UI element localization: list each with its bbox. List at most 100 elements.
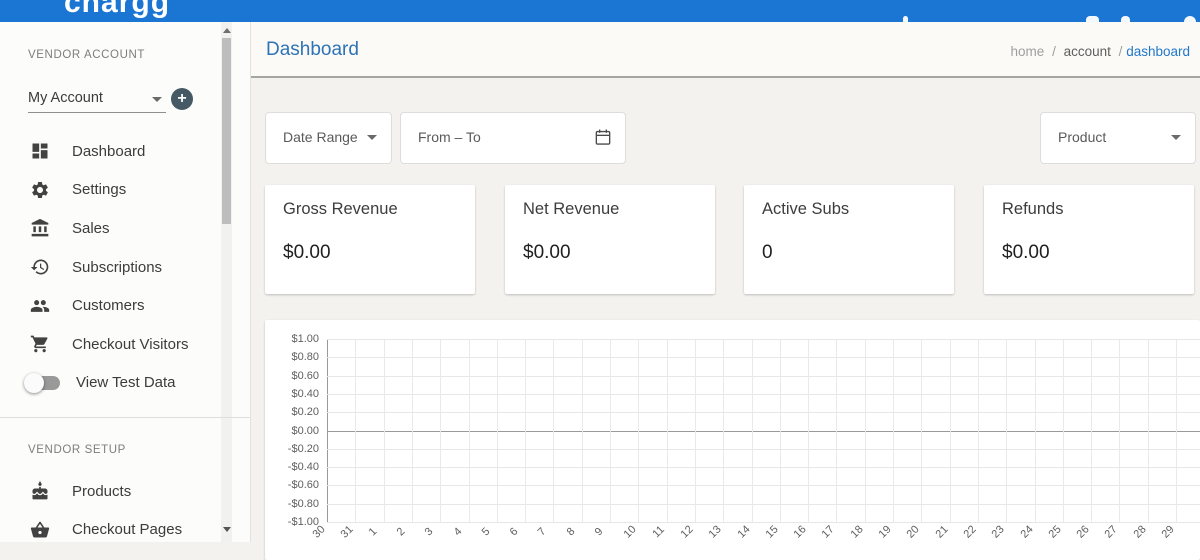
avatar[interactable] — [1184, 16, 1196, 22]
chart-x-tick-label: 5 — [479, 526, 492, 539]
chart-x-tick-label: 31 — [339, 523, 356, 540]
chart-x-tick-label: 20 — [905, 523, 922, 540]
sidebar-scrollbar-thumb[interactable] — [222, 38, 231, 224]
sidebar-item-checkout-visitors[interactable]: Checkout Visitors — [0, 325, 220, 364]
basket-icon — [30, 520, 50, 540]
sidebar-item-subscriptions[interactable]: Subscriptions — [0, 248, 220, 287]
sidebar-item-checkout-pages[interactable]: Checkout Pages — [0, 511, 220, 550]
chart-x-tick-label: 17 — [820, 523, 837, 540]
calendar-icon[interactable] — [593, 127, 613, 147]
view-test-data-row: View Test Data — [0, 364, 244, 403]
page-title: Dashboard — [266, 39, 359, 61]
chart-hgridline — [327, 412, 1200, 413]
product-label: Product — [1058, 129, 1106, 145]
chart-x-tick-label: 10 — [622, 523, 639, 540]
chart-hgridline — [327, 357, 1200, 358]
chevron-down-icon — [1171, 135, 1181, 140]
stat-label: Refunds — [1002, 200, 1063, 219]
chart-vgridline — [525, 339, 526, 522]
breadcrumb-account[interactable]: account — [1064, 44, 1111, 59]
product-select[interactable]: Product — [1040, 112, 1196, 164]
chart-y-tick-label: -$0.40 — [267, 461, 319, 473]
chart-x-tick-label: 28 — [1131, 523, 1148, 540]
stat-value: $0.00 — [1002, 242, 1050, 264]
chart-hgridline — [327, 522, 1200, 523]
account-select-value: My Account — [28, 90, 103, 106]
test-data-toggle[interactable] — [24, 373, 62, 393]
chart-vgridline — [610, 339, 611, 522]
add-account-button[interactable]: + — [171, 88, 193, 110]
scroll-up-icon[interactable] — [223, 28, 231, 33]
sidebar-item-label: Checkout Visitors — [72, 336, 188, 353]
header-divider — [251, 76, 1200, 78]
topbar-icon[interactable] — [903, 16, 908, 22]
chart-y-tick-label: $0.60 — [267, 370, 319, 382]
sidebar-item-dashboard[interactable]: Dashboard — [0, 132, 220, 171]
section-label-vendor-account: VENDOR ACCOUNT — [28, 49, 145, 61]
chart-x-tick-label: 24 — [1018, 523, 1035, 540]
chart-vgridline — [638, 339, 639, 522]
chart-x-tick-label: 11 — [650, 524, 667, 541]
chart-x-tick-label: 27 — [1103, 523, 1120, 540]
chart-y-tick-label: $0.80 — [267, 351, 319, 363]
chart-vgridline — [1091, 339, 1092, 522]
chart-vgridline — [553, 339, 554, 522]
chart-zero-line — [327, 431, 1200, 432]
topbar-icon[interactable] — [1086, 16, 1099, 22]
sidebar-item-sales[interactable]: Sales — [0, 209, 220, 248]
date-from-to-input[interactable]: From – To — [400, 112, 626, 164]
breadcrumb-dashboard[interactable]: dashboard — [1126, 44, 1190, 59]
history-icon — [30, 257, 50, 277]
sidebar: VENDOR ACCOUNT My Account + Dashboard Set… — [0, 22, 251, 542]
chart-hgridline — [327, 449, 1200, 450]
section-label-vendor-setup: VENDOR SETUP — [28, 444, 126, 456]
sidebar-divider — [0, 417, 250, 418]
sidebar-item-label: Checkout Pages — [72, 521, 182, 538]
chart-vgridline — [893, 339, 894, 522]
chart-vgridline — [695, 339, 696, 522]
sidebar-item-customers[interactable]: Customers — [0, 286, 220, 325]
sidebar-item-label: Sales — [72, 220, 110, 237]
chart-x-tick-label: 23 — [990, 523, 1007, 540]
chart-vgridline — [582, 339, 583, 522]
stat-label: Net Revenue — [523, 200, 619, 219]
dashboard-icon — [30, 141, 50, 161]
chart-y-tick-label: $0.20 — [267, 406, 319, 418]
toggle-knob — [24, 373, 44, 393]
chart-x-tick-label: 22 — [961, 523, 978, 540]
topbar-icon[interactable] — [1121, 16, 1130, 22]
topbar: chargg — [0, 0, 1200, 22]
sidebar-nav-setup: Products Checkout Pages — [0, 472, 220, 549]
chart-vgridline — [808, 339, 809, 522]
chart-vgridline — [1119, 339, 1120, 522]
chart-vgridline — [355, 339, 356, 522]
people-icon — [30, 296, 50, 316]
app-logo[interactable]: chargg — [64, 0, 170, 20]
date-range-label: Date Range — [283, 129, 358, 145]
date-range-select[interactable]: Date Range — [265, 112, 392, 164]
sidebar-item-label: Products — [72, 483, 131, 500]
chart-vgridline — [1148, 339, 1149, 522]
chart-x-tick-label: 7 — [536, 526, 549, 539]
sidebar-item-settings[interactable]: Settings — [0, 171, 220, 210]
chart-y-tick-label: $0.00 — [267, 425, 319, 437]
chart-hgridline — [327, 376, 1200, 377]
date-input-placeholder: From – To — [418, 129, 481, 145]
chart-x-tick-label: 26 — [1075, 523, 1092, 540]
stat-label: Active Subs — [762, 200, 849, 219]
sidebar-item-label: Customers — [72, 297, 145, 314]
account-select[interactable]: My Account — [28, 88, 166, 113]
breadcrumb-separator: / — [1119, 44, 1123, 59]
scroll-down-icon[interactable] — [223, 527, 231, 532]
stat-value: $0.00 — [283, 242, 331, 264]
sidebar-item-products[interactable]: Products — [0, 472, 220, 511]
sidebar-item-label: Settings — [72, 181, 126, 198]
chart-vgridline — [921, 339, 922, 522]
chart-hgridline — [327, 504, 1200, 505]
breadcrumb-home[interactable]: home — [1011, 44, 1045, 59]
chart-y-tick-label: -$1.00 — [267, 516, 319, 528]
chart-x-tick-label: 16 — [792, 523, 809, 540]
chart-vgridline — [836, 339, 837, 522]
chart-y-tick-label: -$0.20 — [267, 443, 319, 455]
chart-x-tick-label: 6 — [508, 526, 521, 539]
